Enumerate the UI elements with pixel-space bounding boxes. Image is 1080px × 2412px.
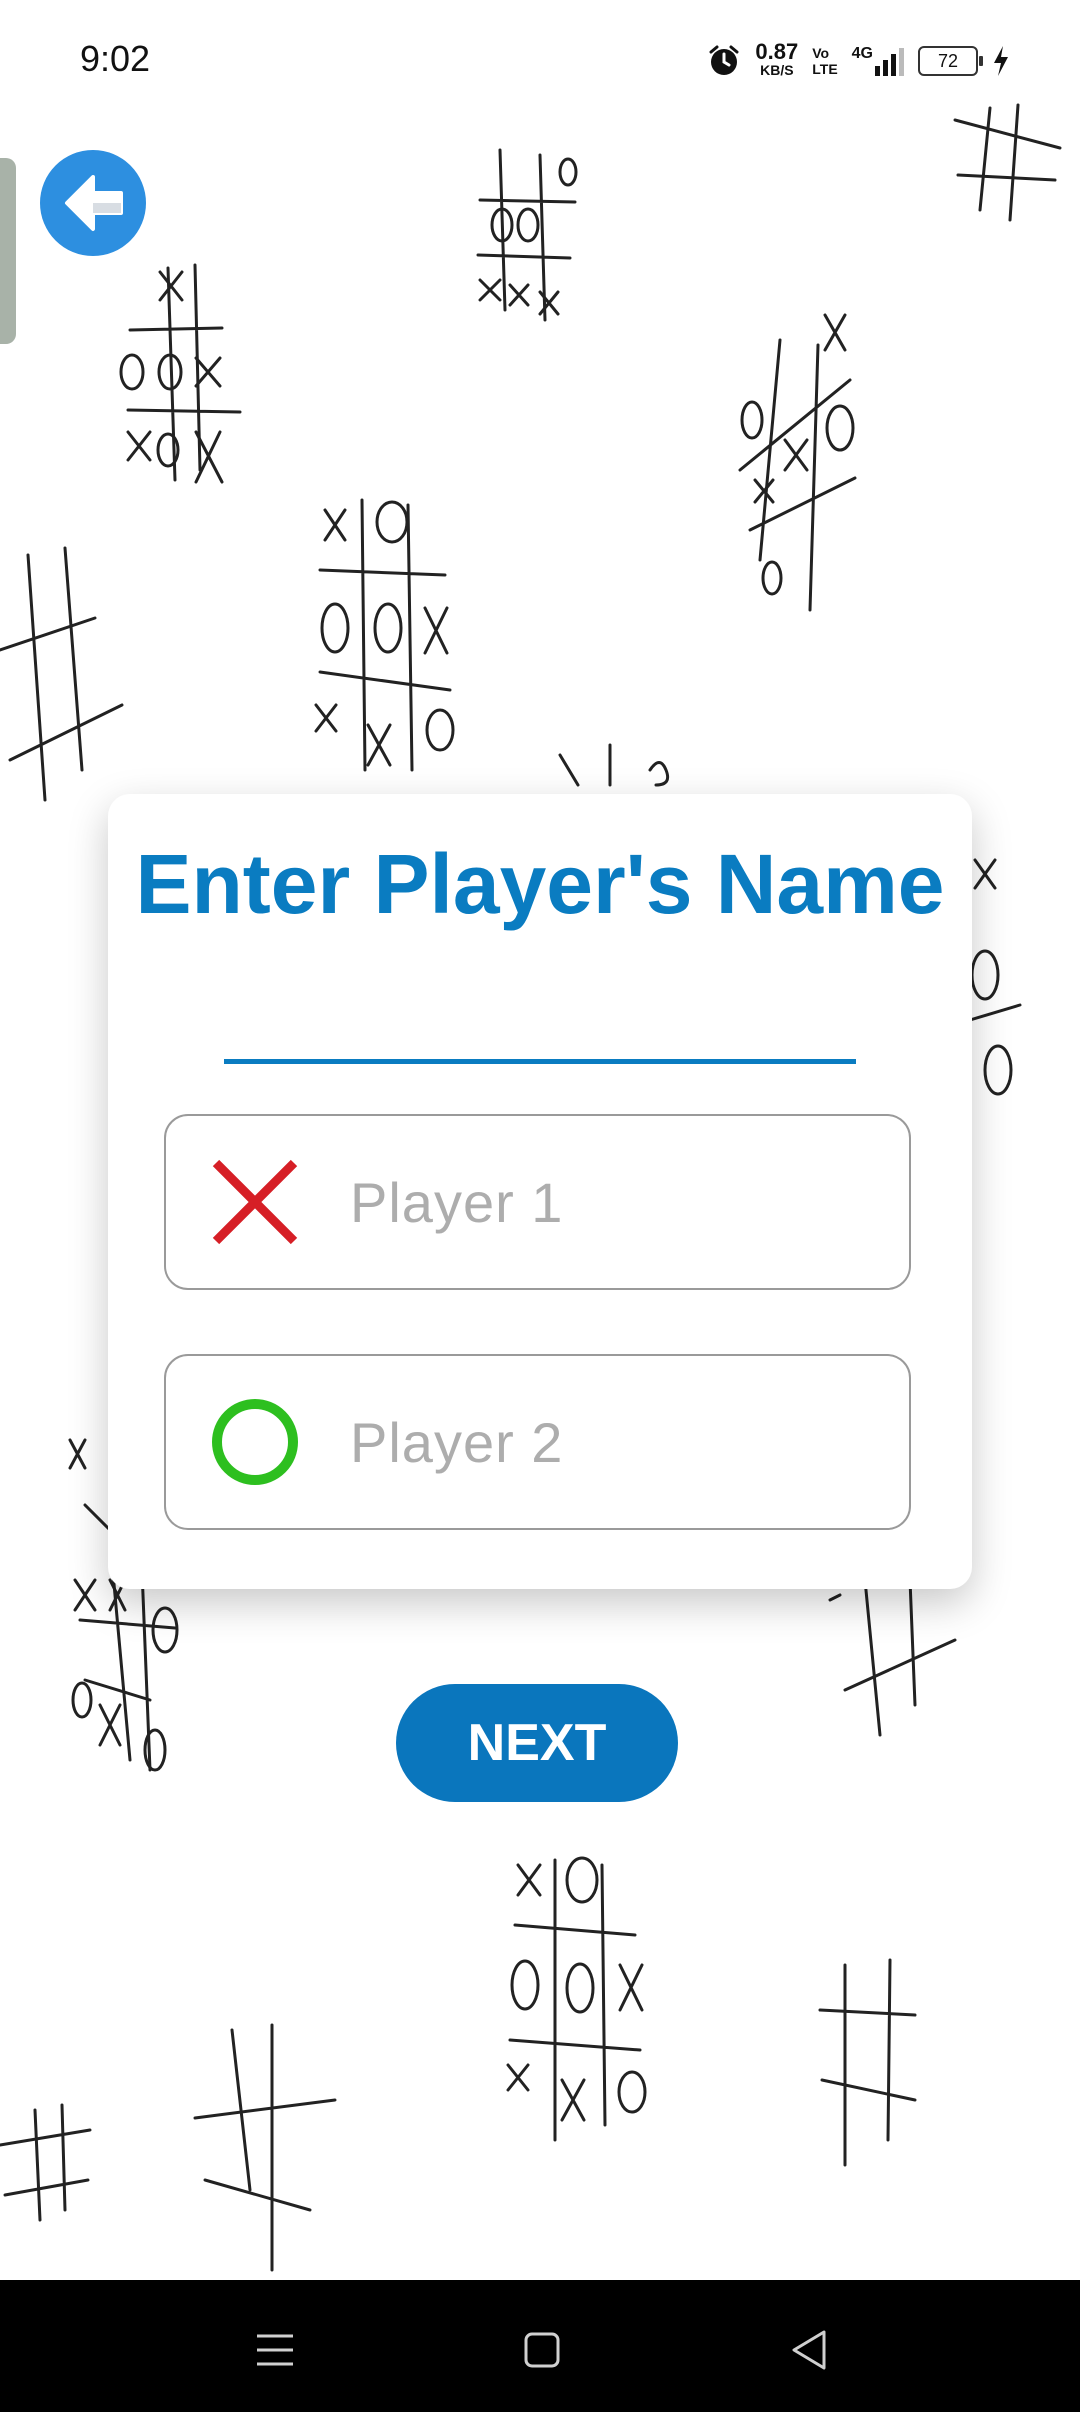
next-button-label: NEXT xyxy=(467,1714,607,1772)
home-icon[interactable] xyxy=(512,2320,572,2380)
back-button[interactable] xyxy=(40,150,146,256)
net-speed: 0.87 KB/S xyxy=(755,39,799,79)
status-time: 9:02 xyxy=(80,38,151,79)
net-speed-value: 0.87 xyxy=(755,39,799,64)
doodle-grid xyxy=(818,1958,917,2167)
o-mark-icon xyxy=(212,1399,298,1485)
volte-indicator: Vo LTE xyxy=(812,45,837,77)
system-nav-bar xyxy=(0,2280,1080,2412)
player2-input[interactable] xyxy=(348,1408,872,1476)
doodle-grid xyxy=(953,103,1062,222)
doodle-grid xyxy=(506,1856,647,2142)
battery-icon: 72 xyxy=(918,46,983,76)
signal-bars xyxy=(875,46,904,76)
doodle-grid xyxy=(314,498,670,787)
status-bar: 9:02 0.87 KB/S Vo LTE 4G 72 xyxy=(0,0,1080,120)
player2-field[interactable] xyxy=(164,1354,911,1530)
back-icon[interactable] xyxy=(780,2320,840,2380)
volte-bottom: LTE xyxy=(812,61,838,77)
volte-top: Vo xyxy=(812,45,830,61)
menu-icon[interactable] xyxy=(245,2320,305,2380)
x-mark-icon xyxy=(212,1159,298,1245)
doodle-grid xyxy=(738,313,857,612)
dialog-title: Enter Player's Name xyxy=(135,837,945,931)
next-button[interactable]: NEXT xyxy=(396,1684,678,1802)
player-name-dialog: Enter Player's Name xyxy=(108,794,972,1589)
player1-field[interactable] xyxy=(164,1114,911,1290)
doodle-grid xyxy=(968,858,1022,1096)
alarm-icon xyxy=(709,45,739,75)
doodle-grid xyxy=(119,263,242,484)
status-icons: 0.87 KB/S Vo LTE 4G 72 xyxy=(707,36,1010,86)
doodle-grid xyxy=(476,148,578,322)
network-type: 4G xyxy=(851,45,873,62)
back-arrow-icon xyxy=(65,175,123,231)
net-speed-unit: KB/S xyxy=(760,62,794,78)
title-underline xyxy=(224,1059,856,1064)
doodle-grid xyxy=(828,1578,957,1737)
doodle-grid xyxy=(0,2023,337,2272)
battery-level: 72 xyxy=(937,50,959,71)
signal-icon: 4G xyxy=(852,46,904,76)
player1-input[interactable] xyxy=(348,1168,872,1236)
doodle-grid xyxy=(0,546,124,802)
side-drawer-handle[interactable] xyxy=(0,158,16,344)
charging-icon xyxy=(994,46,1008,76)
